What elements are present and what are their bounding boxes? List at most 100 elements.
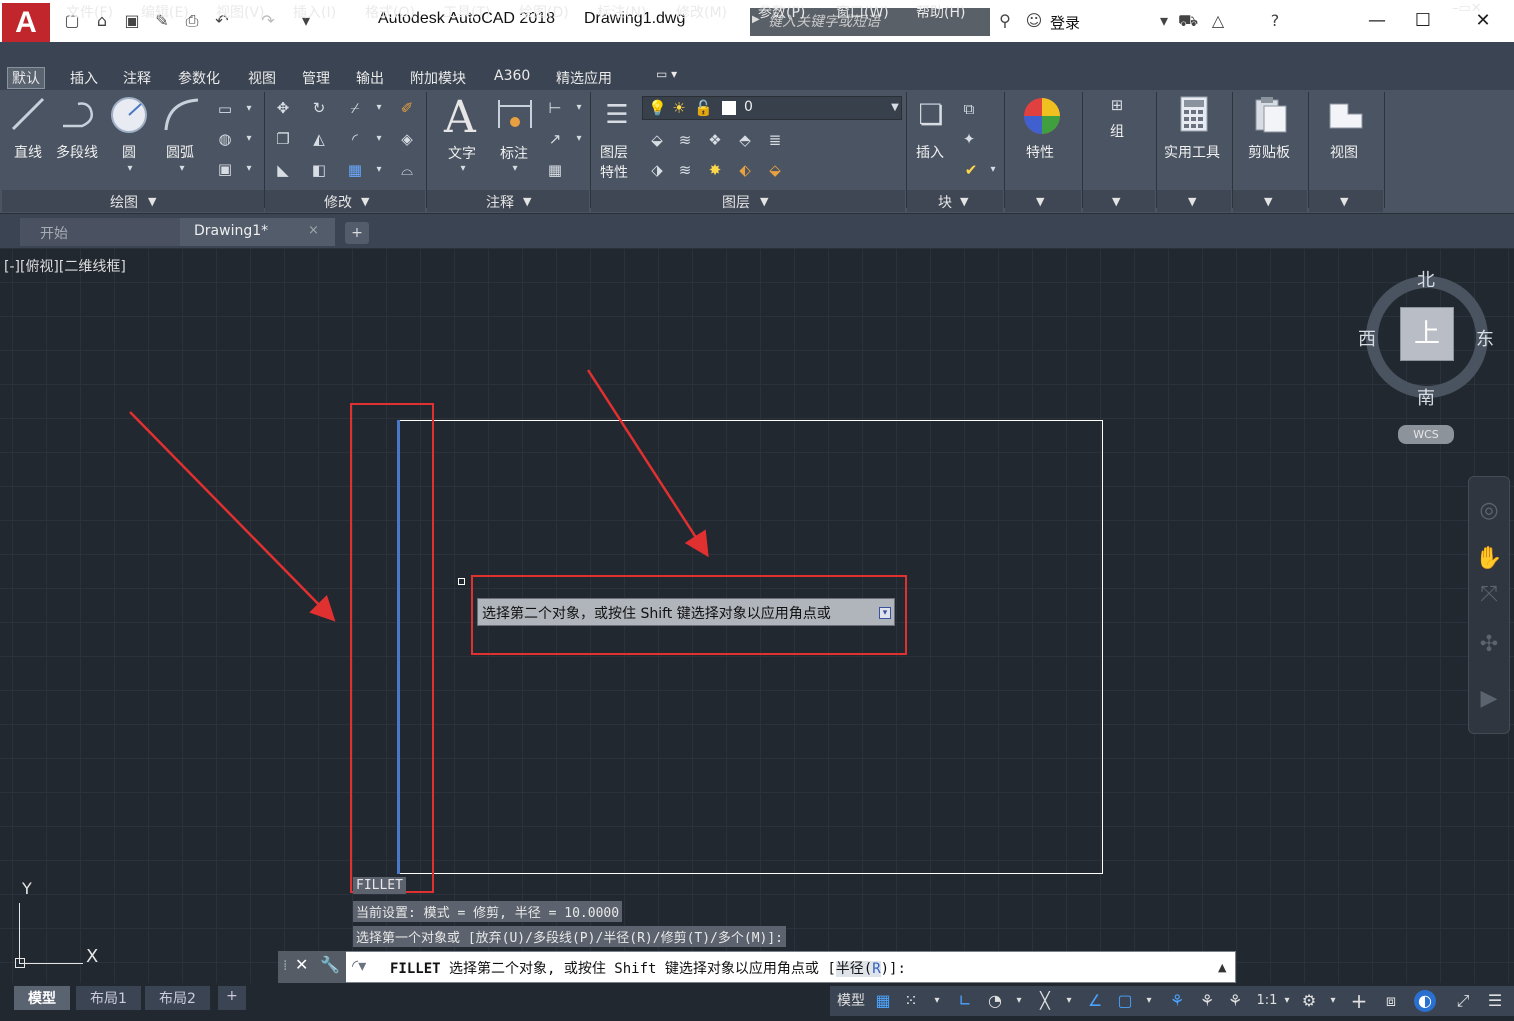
- layout-add-button[interactable]: +: [218, 986, 246, 1010]
- grid-icon[interactable]: ▦: [872, 990, 894, 1012]
- layer-tool-9-icon[interactable]: ⬖: [736, 161, 754, 179]
- scale-icon[interactable]: ◧: [310, 161, 328, 179]
- polar-dropdown-icon[interactable]: ▾: [1008, 990, 1030, 1012]
- fullscreen-icon[interactable]: ⤢: [1452, 990, 1474, 1012]
- a360-icon[interactable]: △: [1208, 11, 1228, 31]
- leader-dropdown-icon[interactable]: ▾: [570, 130, 588, 148]
- binoculars-icon[interactable]: ⚲: [995, 11, 1015, 31]
- rotate-icon[interactable]: ↻: [310, 99, 328, 117]
- utilities-label[interactable]: 实用工具: [1164, 142, 1220, 162]
- mdi-controls-icon[interactable]: –▭✕: [1452, 1, 1482, 16]
- command-customize-icon[interactable]: 🔧: [320, 955, 340, 974]
- rectangle-icon[interactable]: ▭: [216, 100, 234, 118]
- leader-icon[interactable]: ↗: [546, 130, 564, 148]
- new-tab-button[interactable]: +: [345, 222, 369, 244]
- tab-annotate[interactable]: 注释: [119, 68, 155, 88]
- groups-panel-expand-icon[interactable]: ▼: [1112, 195, 1120, 208]
- rectangle-dropdown-icon[interactable]: ▾: [240, 100, 258, 118]
- line-icon[interactable]: [10, 96, 46, 132]
- move-icon[interactable]: ✥: [274, 99, 292, 117]
- arc-tool-label[interactable]: 圆弧: [166, 142, 194, 162]
- hatch-icon[interactable]: ◍: [216, 130, 234, 148]
- minimize-button[interactable]: —: [1354, 6, 1400, 36]
- menu-view[interactable]: 视图(V): [216, 2, 265, 22]
- layer-properties-icon[interactable]: ☰: [602, 100, 632, 130]
- fillet-icon[interactable]: ◜: [346, 130, 364, 148]
- annotation-autoscale-icon[interactable]: ⚘: [1196, 990, 1218, 1012]
- menu-edit[interactable]: 编辑(E): [141, 2, 189, 22]
- layer-properties-label-1[interactable]: 图层: [600, 142, 628, 162]
- stretch-icon[interactable]: ◣: [274, 161, 292, 179]
- region-dropdown-icon[interactable]: ▾: [240, 160, 258, 178]
- tab-insert[interactable]: 插入: [66, 68, 102, 88]
- block-attribute-dropdown-icon[interactable]: ▾: [984, 161, 1002, 179]
- layers-panel-label[interactable]: 图层: [722, 192, 750, 212]
- login-dropdown-icon[interactable]: ▾: [1154, 11, 1174, 31]
- application-menu-button[interactable]: A: [2, 3, 50, 43]
- menu-file[interactable]: 文件(F): [66, 2, 113, 22]
- object-snap-icon[interactable]: ▢: [1114, 990, 1136, 1012]
- tooltip-options-icon[interactable]: ▾: [879, 607, 891, 619]
- insert-block-label[interactable]: 插入: [916, 142, 944, 162]
- properties-label[interactable]: 特性: [1026, 142, 1054, 162]
- arc-icon[interactable]: [162, 96, 202, 134]
- isodraft-icon[interactable]: ╳: [1034, 990, 1056, 1012]
- circle-dropdown-icon[interactable]: ▾: [121, 160, 139, 178]
- polyline-icon[interactable]: [60, 98, 100, 132]
- circle-icon[interactable]: [110, 96, 148, 134]
- layout-tab-layout1[interactable]: 布局1: [76, 986, 141, 1010]
- edit-block-icon[interactable]: ✦: [960, 130, 978, 148]
- dimension-dropdown-icon[interactable]: ▾: [506, 160, 524, 178]
- properties-panel-expand-icon[interactable]: ▼: [1036, 195, 1044, 208]
- insert-block-icon[interactable]: ❏: [914, 98, 948, 132]
- layer-tool-1-icon[interactable]: ⬙: [648, 131, 666, 149]
- view-icon[interactable]: [1328, 100, 1364, 130]
- command-history-toggle-icon[interactable]: ▲: [1218, 961, 1226, 974]
- tab-a360[interactable]: A360: [490, 68, 534, 84]
- linear-dim-icon[interactable]: ⊢: [546, 99, 564, 117]
- help-icon[interactable]: ?: [1265, 11, 1285, 31]
- hatch-dropdown-icon[interactable]: ▾: [240, 130, 258, 148]
- trim-dropdown-icon[interactable]: ▾: [370, 99, 388, 117]
- login-button[interactable]: 登录: [1050, 12, 1080, 33]
- trim-icon[interactable]: ⌿: [346, 99, 364, 117]
- polar-icon[interactable]: ◔: [984, 990, 1006, 1012]
- tab-output[interactable]: 输出: [352, 68, 388, 88]
- clipboard-icon[interactable]: [1254, 96, 1288, 134]
- annotation-panel-expand-icon[interactable]: ▼: [523, 195, 531, 208]
- draw-panel-label[interactable]: 绘图: [110, 192, 138, 212]
- ortho-icon[interactable]: ∟: [954, 990, 976, 1012]
- linear-dim-dropdown-icon[interactable]: ▾: [570, 99, 588, 117]
- layer-tool-10-icon[interactable]: ⬙: [766, 161, 784, 179]
- menu-modify[interactable]: 修改(M): [676, 2, 727, 22]
- snap-dropdown-icon[interactable]: ▾: [926, 990, 948, 1012]
- fillet-command-icon[interactable]: ◜▾: [352, 956, 366, 975]
- maximize-button[interactable]: ☐: [1400, 6, 1446, 36]
- save-icon[interactable]: ▣: [122, 11, 142, 31]
- command-close-icon[interactable]: ✕: [295, 955, 308, 974]
- layer-tool-7-icon[interactable]: ≋: [676, 161, 694, 179]
- calculator-icon[interactable]: [1180, 96, 1208, 132]
- tab-home[interactable]: 默认: [7, 67, 45, 89]
- menu-window[interactable]: 窗口(W): [836, 2, 889, 22]
- layer-tool-8-icon[interactable]: ✸: [706, 161, 724, 179]
- layer-tool-5-icon[interactable]: ≣: [766, 131, 784, 149]
- menu-parametric[interactable]: 参数(P): [758, 2, 805, 22]
- erase-icon[interactable]: ✐: [398, 99, 416, 117]
- view-panel-expand-icon[interactable]: ▼: [1340, 195, 1348, 208]
- modify-panel-label[interactable]: 修改: [324, 192, 352, 212]
- menu-draw[interactable]: 绘图(D): [519, 2, 569, 22]
- command-option-radius[interactable]: 半径(R: [835, 961, 881, 977]
- block-panel-expand-icon[interactable]: ▼: [960, 195, 968, 208]
- clipboard-label[interactable]: 剪贴板: [1248, 142, 1290, 162]
- create-block-icon[interactable]: ⧉: [960, 100, 978, 118]
- tab-close-icon[interactable]: ×: [308, 223, 319, 238]
- polyline-tool-label[interactable]: 多段线: [56, 142, 98, 162]
- snap-icon[interactable]: ⁙: [900, 990, 922, 1012]
- user-icon[interactable]: ☺: [1024, 11, 1044, 31]
- circle-tool-label[interactable]: 圆: [122, 142, 136, 162]
- layers-panel-expand-icon[interactable]: ▼: [760, 195, 768, 208]
- mirror-icon[interactable]: ◭: [310, 130, 328, 148]
- tab-featured-apps[interactable]: 精选应用: [552, 68, 616, 88]
- layer-tool-4-icon[interactable]: ⬘: [736, 131, 754, 149]
